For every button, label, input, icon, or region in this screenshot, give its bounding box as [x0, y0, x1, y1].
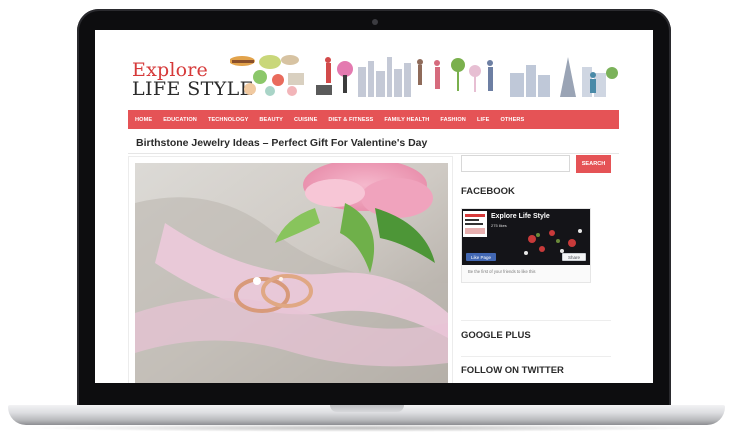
facebook-like-button[interactable]: Like Page: [466, 253, 496, 261]
facebook-like-count: 275 likes: [491, 223, 507, 228]
facebook-widget-title: FACEBOOK: [461, 186, 515, 197]
google-plus-widget-title: GOOGLE PLUS: [461, 330, 531, 341]
nav-item-life[interactable]: LIFE: [477, 117, 490, 123]
main-nav: HOME EDUCATION TECHNOLOGY BEAUTY CUISINE…: [128, 110, 619, 129]
facebook-widget: Explore Life Style 275 likes Like Page S…: [461, 208, 591, 283]
laptop-base: [8, 405, 725, 425]
search-button[interactable]: SEARCH: [576, 155, 611, 173]
nav-item-family-health[interactable]: FAMILY HEALTH: [384, 117, 429, 123]
widget-divider: [461, 356, 611, 357]
facebook-page-name[interactable]: Explore Life Style: [491, 213, 550, 220]
facebook-friends-note: Be the first of your friends to like thi…: [468, 269, 536, 274]
header-banner-illustration: [230, 55, 618, 97]
facebook-share-button[interactable]: Share: [562, 253, 586, 261]
twitter-widget-title: FOLLOW ON TWITTER: [461, 365, 564, 376]
facebook-page-thumbnail[interactable]: [463, 211, 487, 237]
laptop-notch: [330, 405, 404, 412]
facebook-cover-image: Explore Life Style 275 likes Like Page S…: [462, 209, 590, 265]
nav-item-education[interactable]: EDUCATION: [163, 117, 197, 123]
post-title[interactable]: Birthstone Jewelry Ideas – Perfect Gift …: [136, 137, 427, 149]
post-title-bar: Birthstone Jewelry Ideas – Perfect Gift …: [128, 131, 619, 154]
laptop-shadow: [25, 424, 708, 432]
site-header: Explore LIFE STYLE: [128, 53, 620, 100]
nav-item-beauty[interactable]: BEAUTY: [259, 117, 283, 123]
post-featured-image[interactable]: [135, 163, 448, 383]
nav-item-others[interactable]: OTHERS: [500, 117, 524, 123]
nav-item-technology[interactable]: TECHNOLOGY: [208, 117, 248, 123]
nav-item-fashion[interactable]: FASHION: [440, 117, 466, 123]
nav-item-cuisine[interactable]: CUISINE: [294, 117, 317, 123]
laptop-screen: Explore LIFE STYLE HOME EDUCATION TECHNO…: [95, 30, 653, 383]
nav-item-home[interactable]: HOME: [135, 117, 152, 123]
nav-item-diet-fitness[interactable]: DIET & FITNESS: [328, 117, 373, 123]
search-input[interactable]: [461, 155, 570, 172]
camera-icon: [372, 19, 378, 25]
widget-divider: [461, 320, 611, 321]
